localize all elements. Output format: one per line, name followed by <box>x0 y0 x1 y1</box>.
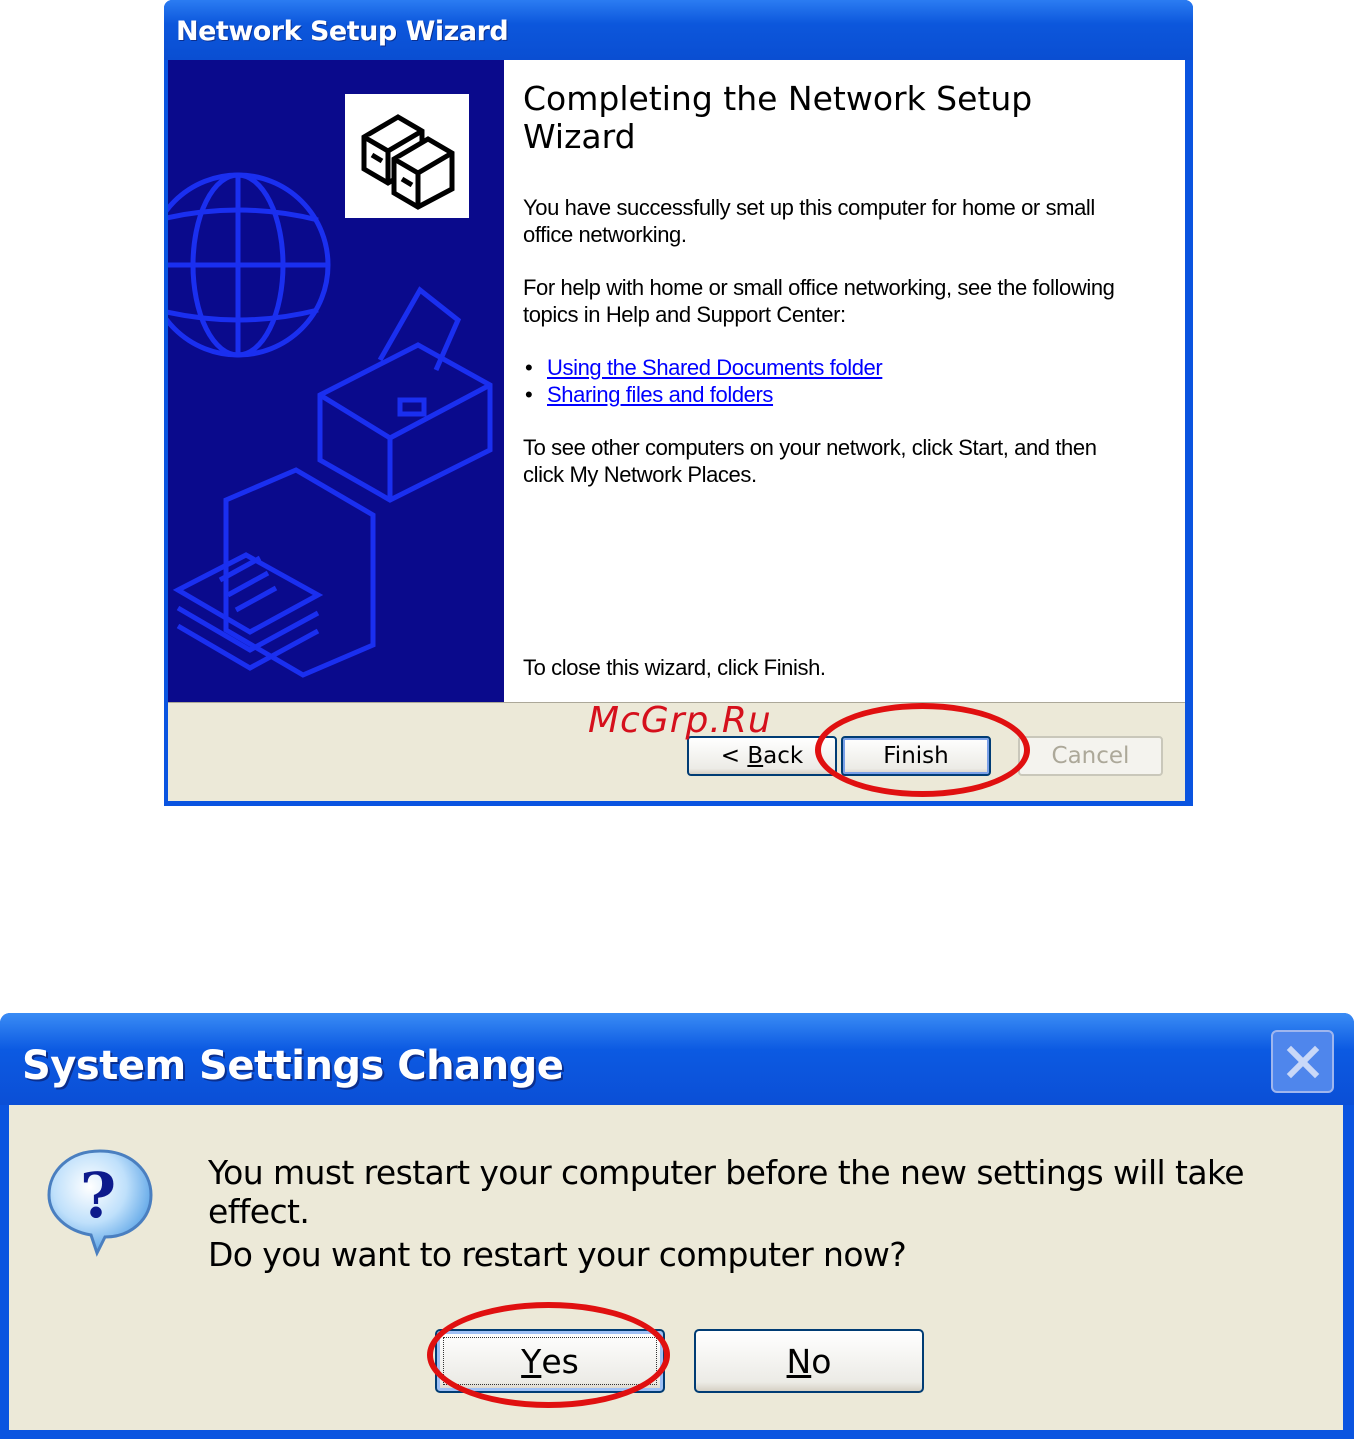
list-item: • Sharing files and folders <box>523 381 882 408</box>
svg-text:?: ? <box>80 1159 116 1232</box>
no-button[interactable]: No <box>694 1329 924 1393</box>
restart-question: Do you want to restart your computer now… <box>208 1235 907 1274</box>
wizard-titlebar[interactable]: Network Setup Wizard <box>164 0 1193 60</box>
cancel-button[interactable]: Cancel <box>1018 736 1163 776</box>
network-computers-icon <box>345 94 469 218</box>
restart-message: You must restart your computer before th… <box>208 1153 1245 1231</box>
see-other-computers-text: To see other computers on your network, … <box>523 435 1097 487</box>
wizard-heading: Completing the Network Setup Wizard <box>523 79 1033 156</box>
watermark: McGrp.Ru <box>588 700 772 741</box>
network-setup-wizard-window: Network Setup Wizard Completing the Netw… <box>164 0 1193 806</box>
finish-highlight-ellipse <box>815 703 1030 797</box>
close-button[interactable] <box>1271 1030 1334 1093</box>
wizard-title: Network Setup Wizard <box>176 16 509 47</box>
sharing-files-link[interactable]: Sharing files and folders <box>547 382 773 407</box>
dialog-title: System Settings Change <box>22 1043 564 1089</box>
bullet: • <box>525 382 533 407</box>
wizard-body: Completing the Network Setup Wizard You … <box>168 60 1185 702</box>
back-prefix: < <box>720 743 748 769</box>
back-mnemonic: B <box>747 743 764 769</box>
help-text: For help with home or small office netwo… <box>523 275 1115 327</box>
success-text: You have successfully set up this comput… <box>523 195 1095 247</box>
system-settings-change-dialog: System Settings Change ? You must restar… <box>0 1013 1354 1439</box>
help-links-list: • Using the Shared Documents folder • Sh… <box>523 354 883 408</box>
dialog-panel: ? You must restart your computer before … <box>9 1105 1343 1430</box>
no-label: o <box>811 1341 832 1381</box>
close-icon <box>1286 1045 1319 1078</box>
no-mnemonic: N <box>786 1341 812 1381</box>
shared-documents-link[interactable]: Using the Shared Documents folder <box>547 355 883 380</box>
back-label: ack <box>763 743 804 769</box>
wizard-banner <box>168 60 504 702</box>
wizard-content: Completing the Network Setup Wizard You … <box>523 79 1163 681</box>
cancel-label: Cancel <box>1051 743 1130 769</box>
list-item: • Using the Shared Documents folder <box>523 354 883 381</box>
bullet: • <box>525 355 533 380</box>
back-button[interactable]: < Back <box>687 736 837 776</box>
dialog-titlebar[interactable]: System Settings Change <box>0 1013 1354 1105</box>
yes-highlight-ellipse <box>427 1302 670 1408</box>
question-balloon-icon: ? <box>47 1149 153 1257</box>
close-wizard-text: To close this wizard, click Finish. <box>523 655 826 680</box>
